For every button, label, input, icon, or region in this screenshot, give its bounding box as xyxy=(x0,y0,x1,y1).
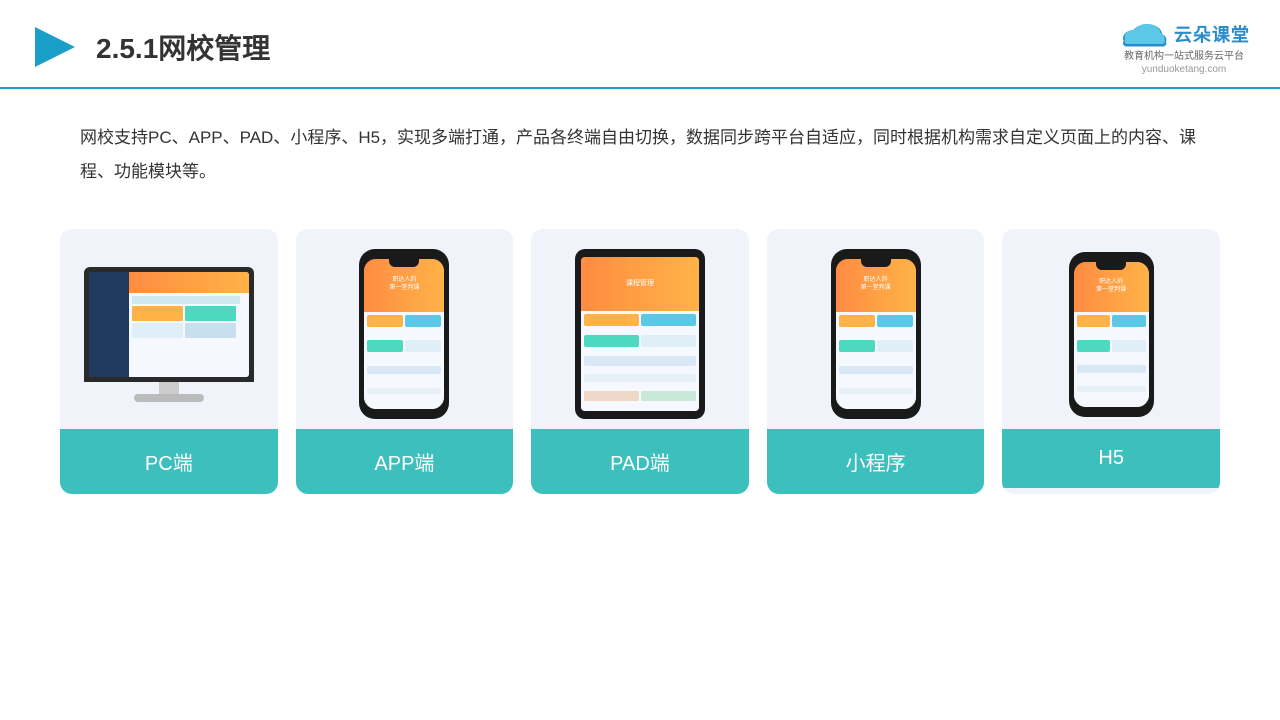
card-mini-image: 职达人的第一堂判课 xyxy=(767,229,985,429)
card-mini-label: 小程序 xyxy=(767,429,985,494)
logo-area: 云朵课堂 教育机构一站式服务云平台 yunduoketang.com xyxy=(1118,18,1250,75)
phone-notch-h5 xyxy=(1096,262,1126,270)
monitor-frame xyxy=(84,267,254,382)
phone-notch-mini xyxy=(861,259,891,267)
page-title: 2.5.1网校管理 xyxy=(96,27,270,67)
phone-screen-mini: 职达人的第一堂判课 xyxy=(836,259,916,409)
phone-mockup-mini: 职达人的第一堂判课 xyxy=(831,249,921,419)
card-pad: 课程管理 xyxy=(531,229,749,494)
tablet-mockup: 课程管理 xyxy=(575,249,705,419)
card-pc-label: PC端 xyxy=(60,429,278,494)
card-mini: 职达人的第一堂判课 小程序 xyxy=(767,229,985,494)
header-left: 2.5.1网校管理 xyxy=(30,22,270,72)
logo-domain: yunduoketang.com xyxy=(1142,64,1227,75)
phone-mockup-app: 职达人的第一堂判课 xyxy=(359,249,449,419)
logo-tagline: 教育机构一站式服务云平台 xyxy=(1124,50,1244,64)
description-text: 网校支持PC、APP、PAD、小程序、H5，实现多端打通，产品各终端自由切换，数… xyxy=(0,89,1280,209)
card-app-image: 职达人的第一堂判课 xyxy=(296,229,514,429)
card-pad-label: PAD端 xyxy=(531,429,749,494)
pc-mockup xyxy=(84,267,254,402)
card-app-label: APP端 xyxy=(296,429,514,494)
monitor-screen xyxy=(89,272,249,377)
card-pad-image: 课程管理 xyxy=(531,229,749,429)
phone-notch-app xyxy=(389,259,419,267)
card-pc: PC端 xyxy=(60,229,278,494)
cloud-icon xyxy=(1118,18,1168,50)
cards-container: PC端 职达人的第一堂判课 xyxy=(0,209,1280,494)
card-h5-image: 职达人的第一堂判课 xyxy=(1002,229,1220,429)
phone-screen-h5: 职达人的第一堂判课 xyxy=(1074,262,1149,407)
logo-text: 云朵课堂 xyxy=(1174,21,1250,47)
card-h5-label: H5 xyxy=(1002,429,1220,488)
card-pc-image xyxy=(60,229,278,429)
logo-cloud: 云朵课堂 xyxy=(1118,18,1250,50)
tablet-screen: 课程管理 xyxy=(581,257,699,411)
play-icon xyxy=(30,22,80,72)
phone-mockup-h5: 职达人的第一堂判课 xyxy=(1069,252,1154,417)
header: 2.5.1网校管理 云朵课堂 教育机构一站式服务云平台 yunduoketang… xyxy=(0,0,1280,89)
phone-screen-app: 职达人的第一堂判课 xyxy=(364,259,444,409)
card-app: 职达人的第一堂判课 APP端 xyxy=(296,229,514,494)
card-h5: 职达人的第一堂判课 H5 xyxy=(1002,229,1220,494)
